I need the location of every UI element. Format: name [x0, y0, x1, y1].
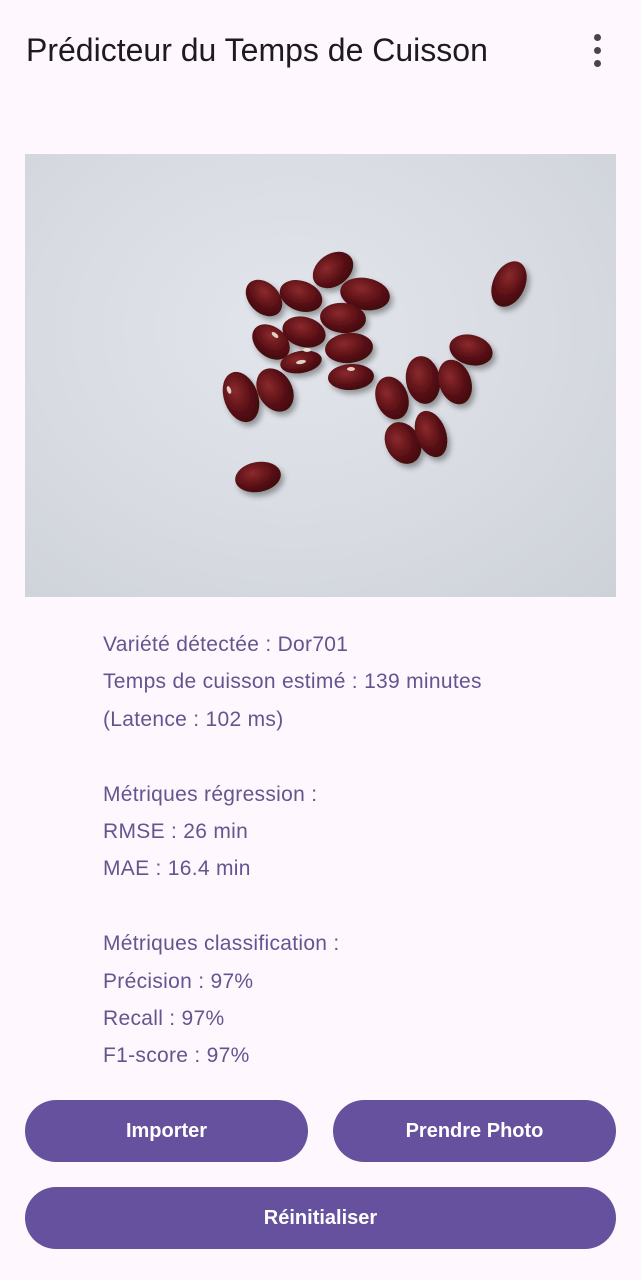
mae-text: MAE : 16.4 min	[103, 857, 251, 881]
variety-text: Variété détectée : Dor701	[103, 633, 349, 656]
rmse-text: RMSE : 26 min	[103, 819, 249, 843]
bean-photo	[25, 154, 616, 597]
reset-button[interactable]: Réinitialiser	[25, 1187, 616, 1249]
more-vert-icon[interactable]	[577, 26, 617, 74]
bean	[325, 332, 373, 364]
take-photo-button[interactable]: Prendre Photo	[333, 1100, 616, 1162]
import-button[interactable]: Importer	[25, 1100, 308, 1162]
bean	[235, 461, 281, 493]
latency-text: (Latence : 102 ms)	[103, 707, 284, 731]
bean-hilum	[303, 348, 311, 352]
menu-dot	[593, 46, 601, 54]
take-photo-button-label: Prendre Photo	[405, 1119, 544, 1142]
app-title: Prédicteur du Temps de Cuisson	[26, 32, 488, 68]
recall-text: Recall : 97%	[103, 1006, 225, 1030]
cooking-time-text: Temps de cuisson estimé : 139 minutes	[103, 670, 482, 694]
import-button-label: Importer	[125, 1119, 208, 1142]
bean-hilum	[347, 367, 355, 371]
app-bar: Prédicteur du Temps de Cuisson	[0, 0, 641, 100]
menu-dot	[593, 33, 601, 41]
precision-text: Précision : 97%	[103, 969, 254, 993]
bean	[491, 261, 527, 307]
f1-text: F1-score : 97%	[103, 1044, 250, 1068]
reset-button-label: Réinitialiser	[263, 1206, 378, 1229]
menu-dot	[593, 59, 601, 67]
classification-header: Métriques classification :	[103, 932, 340, 956]
regression-header: Métriques régression :	[103, 782, 318, 806]
beans-illustration	[222, 251, 527, 493]
results-panel: Variété détectée : Dor701 Temps de cuiss…	[103, 626, 603, 1075]
